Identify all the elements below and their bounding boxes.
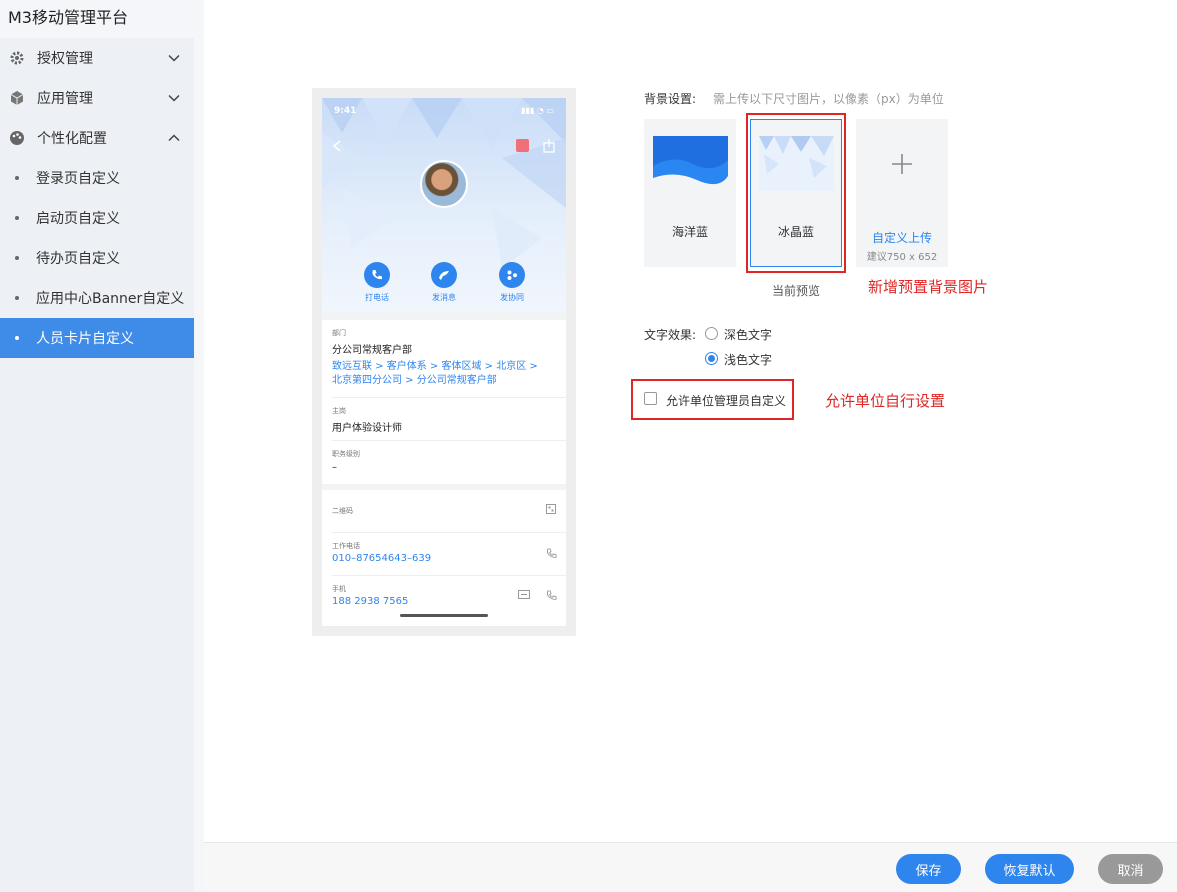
annotation-box-bg bbox=[746, 113, 846, 273]
divider bbox=[332, 440, 566, 441]
radio-label[interactable]: 浅色文字 bbox=[724, 351, 772, 368]
sidebar-divider bbox=[194, 0, 204, 892]
field-value: 用户体验设计师 bbox=[332, 423, 402, 434]
annotation-note-allow: 允许单位自行设置 bbox=[825, 392, 946, 410]
radio-light-text[interactable] bbox=[705, 352, 718, 365]
gear-icon bbox=[8, 49, 26, 67]
upload-size-hint: 建议750 x 652 bbox=[866, 252, 938, 263]
collaborate-action[interactable]: 发协同 bbox=[482, 262, 542, 303]
sidebar-item-login-page[interactable]: 登录页自定义 bbox=[0, 158, 194, 198]
back-icon[interactable] bbox=[332, 140, 342, 152]
field-label: 主岗 bbox=[332, 407, 346, 415]
info-card: 部门 分公司常规客户部 致远互联 > 客户体系 > 客体区域 > 北京区 > 北… bbox=[322, 320, 566, 484]
sidebar-item-label: 登录页自定义 bbox=[36, 171, 120, 187]
dept-path[interactable]: 致远互联 > 客户体系 > 客体区域 > 北京区 > 北京第四分公司 > 分公司… bbox=[332, 360, 547, 388]
sidebar-item-label: 待办页自定义 bbox=[36, 251, 120, 267]
app-title: M3移动管理平台 bbox=[0, 0, 194, 38]
phone-preview-frame: 9:41 ▮▮▮ ◔ ▭ 打电话 发消息 发协同 部门 分公司常规客户部 致远互… bbox=[312, 88, 576, 636]
current-preview-caption: 当前预览 bbox=[771, 284, 820, 298]
bullet-dot bbox=[15, 336, 19, 340]
phone-icon[interactable] bbox=[546, 548, 557, 559]
allow-admin-custom-checkbox[interactable] bbox=[644, 392, 657, 405]
bg-setting-label: 背景设置: bbox=[644, 92, 697, 106]
message-icon bbox=[431, 262, 457, 288]
menu-auth-management[interactable]: 授权管理 bbox=[0, 38, 194, 78]
phone-icon bbox=[364, 262, 390, 288]
status-icons: ▮▮▮ ◔ ▭ bbox=[521, 106, 554, 115]
sidebar-item-label: 人员卡片自定义 bbox=[36, 331, 134, 347]
annotation-note-bg: 新增预置背景图片 bbox=[868, 278, 989, 296]
radio-dark-text[interactable] bbox=[705, 327, 718, 340]
bullet-dot bbox=[15, 296, 19, 300]
sidebar: M3移动管理平台 授权管理 应用管理 个性化配置 登录页自定义 启动页自定义 待… bbox=[0, 0, 194, 892]
favorite-icon[interactable] bbox=[516, 139, 529, 152]
palette-icon bbox=[8, 129, 26, 147]
chevron-down-icon bbox=[168, 54, 180, 62]
share-out-icon[interactable] bbox=[542, 138, 556, 153]
field-label: 手机 bbox=[332, 585, 346, 593]
card-header-background: 9:41 ▮▮▮ ◔ ▭ 打电话 发消息 发协同 bbox=[322, 98, 566, 312]
field-label: 部门 bbox=[332, 329, 346, 337]
reset-default-button[interactable]: 恢复默认 bbox=[985, 854, 1074, 884]
bullet-dot bbox=[15, 216, 19, 220]
custom-upload-link[interactable]: 自定义上传 bbox=[856, 229, 948, 246]
text-effect-label: 文字效果: bbox=[644, 328, 697, 342]
message-action[interactable]: 发消息 bbox=[414, 262, 474, 303]
sidebar-item-launch-page[interactable]: 启动页自定义 bbox=[0, 198, 194, 238]
home-indicator bbox=[400, 614, 488, 617]
field-label: 二维码 bbox=[332, 507, 353, 515]
radio-label[interactable]: 深色文字 bbox=[724, 326, 772, 343]
cube-icon bbox=[8, 89, 26, 107]
bullet-dot bbox=[15, 176, 19, 180]
menu-personalization[interactable]: 个性化配置 bbox=[0, 118, 194, 158]
bullet-dot bbox=[15, 256, 19, 260]
menu-label: 授权管理 bbox=[37, 51, 93, 67]
sidebar-item-app-center-banner[interactable]: 应用中心Banner自定义 bbox=[0, 278, 194, 318]
field-value: 分公司常规客户部 bbox=[332, 345, 412, 356]
save-button[interactable]: 保存 bbox=[896, 854, 961, 884]
action-label: 打电话 bbox=[365, 293, 389, 302]
checkbox-label[interactable]: 允许单位管理员自定义 bbox=[666, 392, 786, 409]
sidebar-item-label: 应用中心Banner自定义 bbox=[36, 291, 185, 307]
ocean-blue-thumbnail bbox=[653, 136, 728, 191]
message-icon[interactable] bbox=[518, 590, 530, 601]
work-phone-value[interactable]: 010–87654643–639 bbox=[332, 552, 547, 566]
sidebar-item-person-card[interactable]: 人员卡片自定义 bbox=[0, 318, 194, 358]
avatar bbox=[420, 160, 468, 208]
call-action[interactable]: 打电话 bbox=[347, 262, 407, 303]
chevron-down-icon bbox=[168, 94, 180, 102]
contact-card: 二维码 工作电话 010–87654643–639 手机 188 2938 75… bbox=[322, 490, 566, 626]
action-label: 发协同 bbox=[500, 293, 524, 302]
field-value: – bbox=[332, 462, 337, 473]
field-label: 工作电话 bbox=[332, 542, 360, 550]
action-footer: 保存 恢复默认 取消 bbox=[204, 842, 1177, 892]
menu-label: 个性化配置 bbox=[37, 131, 107, 147]
divider bbox=[332, 397, 566, 398]
divider bbox=[332, 575, 566, 576]
status-time: 9:41 bbox=[334, 106, 357, 116]
cancel-button[interactable]: 取消 bbox=[1098, 854, 1163, 884]
qr-icon[interactable] bbox=[546, 504, 556, 514]
phone-preview: 9:41 ▮▮▮ ◔ ▭ 打电话 发消息 发协同 部门 分公司常规客户部 致远互… bbox=[322, 98, 566, 626]
custom-upload-card[interactable]: 自定义上传 建议750 x 652 bbox=[856, 119, 948, 267]
bg-option-name: 海洋蓝 bbox=[671, 225, 708, 239]
field-label: 职务级别 bbox=[332, 450, 360, 458]
bg-setting-hint: 需上传以下尺寸图片，以像素（px）为单位 bbox=[713, 92, 944, 106]
bg-option-ocean-blue[interactable]: 海洋蓝 bbox=[644, 119, 736, 267]
plus-icon bbox=[892, 154, 912, 174]
menu-label: 应用管理 bbox=[37, 91, 93, 107]
action-label: 发消息 bbox=[432, 293, 456, 302]
share-icon bbox=[499, 262, 525, 288]
sidebar-item-todo-page[interactable]: 待办页自定义 bbox=[0, 238, 194, 278]
menu-app-management[interactable]: 应用管理 bbox=[0, 78, 194, 118]
phone-icon[interactable] bbox=[546, 590, 557, 601]
sidebar-item-label: 启动页自定义 bbox=[36, 211, 120, 227]
divider bbox=[332, 532, 566, 533]
mobile-value[interactable]: 188 2938 7565 bbox=[332, 595, 547, 609]
chevron-up-icon bbox=[168, 134, 180, 142]
